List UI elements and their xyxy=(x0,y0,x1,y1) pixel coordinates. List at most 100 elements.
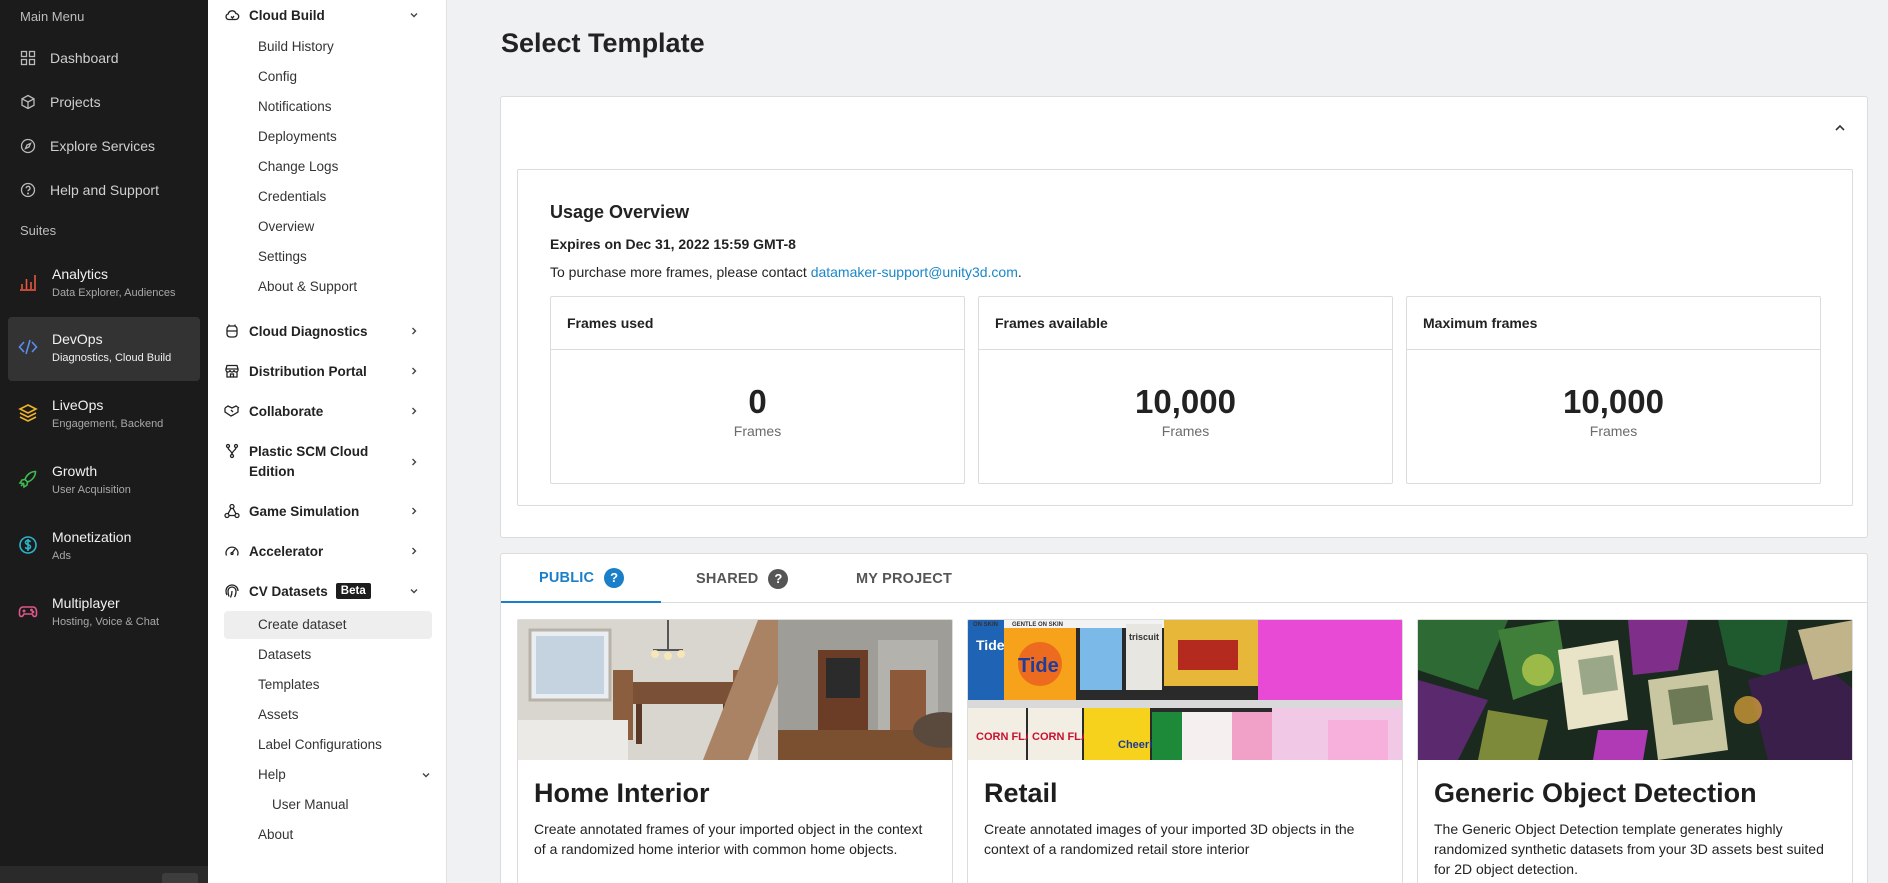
suite-analytics[interactable]: Analytics Data Explorer, Audiences xyxy=(8,252,200,316)
rail-item-help-and-support[interactable]: Help and Support xyxy=(0,168,208,212)
rail-item-explore-services[interactable]: Explore Services xyxy=(0,124,208,168)
template-card-retail[interactable]: Tide Tide ON SKIN GENTLE ON SKIN triscui… xyxy=(967,619,1403,883)
template-card-generic-object-detection[interactable]: Generic Object Detection The Generic Obj… xyxy=(1417,619,1853,883)
main-menu-rail: Main Menu Dashboard Projects Explore Ser… xyxy=(0,0,208,883)
page-title: Select Template xyxy=(501,28,705,58)
layers-icon xyxy=(18,404,38,422)
suite-subtitle: User Acquisition xyxy=(52,484,131,496)
nav-item-build-history[interactable]: Build History xyxy=(258,39,334,54)
rail-collapse-handle[interactable] xyxy=(162,873,198,883)
suite-multiplayer[interactable]: Multiplayer Hosting, Voice & Chat xyxy=(8,581,200,645)
template-description: Create annotated frames of your imported… xyxy=(534,821,923,857)
nav-item-user-manual[interactable]: User Manual xyxy=(272,797,349,812)
template-description: The Generic Object Detection template ge… xyxy=(1434,821,1824,877)
nav-group-distribution-portal[interactable]: Distribution Portal xyxy=(224,362,432,380)
retail-text: Tide xyxy=(976,637,1005,653)
generic-object-detection-image xyxy=(1418,620,1852,760)
nav-item-config[interactable]: Config xyxy=(258,69,297,84)
retail-text: ON SKIN xyxy=(973,622,998,628)
usage-expiry: Expires on Dec 31, 2022 15:59 GMT-8 xyxy=(550,236,796,252)
rail-item-label: Help and Support xyxy=(50,182,159,198)
help-icon[interactable]: ? xyxy=(604,567,625,588)
beta-badge: Beta xyxy=(335,583,371,599)
chevron-up-icon[interactable] xyxy=(1833,121,1847,135)
templates-panel: PUBLIC ? SHARED ? MY PROJECT Home Interi… xyxy=(500,553,1868,883)
compass-icon xyxy=(20,138,36,154)
nav-item-notifications[interactable]: Notifications xyxy=(258,99,332,114)
suite-title: Analytics xyxy=(52,266,109,282)
rail-item-dashboard[interactable]: Dashboard xyxy=(0,36,208,80)
nav-item-help[interactable]: Help xyxy=(258,767,432,782)
suite-title: DevOps xyxy=(52,331,103,347)
help-icon[interactable]: ? xyxy=(768,568,789,589)
nav-group-label: Accelerator xyxy=(249,543,324,559)
suite-subtitle: Diagnostics, Cloud Build xyxy=(52,352,172,364)
speedometer-icon xyxy=(225,546,239,556)
contact-suffix: . xyxy=(1017,264,1022,280)
nav-item-create-dataset[interactable]: Create dataset xyxy=(224,611,432,639)
help-circle-icon xyxy=(20,182,36,198)
nav-item-overview[interactable]: Overview xyxy=(258,219,314,234)
nav-item-about-support[interactable]: About & Support xyxy=(258,279,357,294)
chevron-right-icon xyxy=(412,327,417,335)
diagnostics-icon xyxy=(226,324,238,338)
nav-item-about[interactable]: About xyxy=(258,827,293,842)
stat-label: Frames used xyxy=(551,297,964,350)
suite-subtitle: Engagement, Backend xyxy=(52,418,164,430)
template-title: Home Interior xyxy=(534,778,710,808)
nav-item-assets[interactable]: Assets xyxy=(258,707,299,722)
tab-public[interactable]: PUBLIC ? xyxy=(501,554,661,603)
stat-frames-available: Frames available 10,000 Frames xyxy=(978,296,1393,484)
chevron-right-icon xyxy=(412,407,417,415)
chevron-right-icon xyxy=(412,507,417,515)
retail-text: triscuit xyxy=(1129,632,1159,642)
nav-item-change-logs[interactable]: Change Logs xyxy=(258,159,338,174)
storefront-icon xyxy=(225,364,239,378)
nav-group-cloud-diagnostics[interactable]: Cloud Diagnostics xyxy=(224,322,432,340)
suite-title: LiveOps xyxy=(52,397,104,413)
code-icon xyxy=(18,339,38,355)
stat-frames-used: Frames used 0 Frames xyxy=(550,296,965,484)
chevron-down-icon xyxy=(422,773,430,778)
rail-item-label: Dashboard xyxy=(50,50,119,66)
tab-my-project[interactable]: MY PROJECT xyxy=(856,554,952,603)
nav-group-plastic-scm[interactable]: Plastic SCM Cloud Edition xyxy=(224,442,432,482)
template-card-home-interior[interactable]: Home Interior Create annotated frames of… xyxy=(517,619,953,883)
rail-item-label: Explore Services xyxy=(50,138,156,154)
usage-panel: Usage Overview Expires on Dec 31, 2022 1… xyxy=(500,96,1868,538)
rail-item-projects[interactable]: Projects xyxy=(0,80,208,124)
nav-item-label-configurations[interactable]: Label Configurations xyxy=(258,737,382,752)
nav-group-collaborate[interactable]: Collaborate xyxy=(224,402,432,420)
dashboard-icon xyxy=(20,50,36,66)
nav-item-settings[interactable]: Settings xyxy=(258,249,307,264)
rail-item-label: Projects xyxy=(50,94,101,110)
template-title: Retail xyxy=(984,778,1058,808)
fingerprint-icon xyxy=(225,584,239,598)
nav-group-accelerator[interactable]: Accelerator xyxy=(224,542,432,560)
nav-item-deployments[interactable]: Deployments xyxy=(258,129,337,144)
nodes-icon xyxy=(224,503,240,519)
suite-growth[interactable]: Growth User Acquisition xyxy=(8,449,200,513)
tab-shared[interactable]: SHARED ? xyxy=(696,554,789,603)
suite-devops[interactable]: DevOps Diagnostics, Cloud Build xyxy=(8,317,200,381)
nav-group-cloud-build[interactable]: Cloud Build xyxy=(224,6,432,24)
suite-subtitle: Ads xyxy=(52,550,71,562)
stat-unit: Frames xyxy=(1161,423,1210,439)
nav-item-datasets[interactable]: Datasets xyxy=(258,647,311,662)
nav-item-label: Help xyxy=(258,767,286,782)
tab-label: MY PROJECT xyxy=(856,570,953,587)
chevron-right-icon xyxy=(412,458,417,466)
suite-monetization[interactable]: Monetization Ads xyxy=(8,515,200,579)
suite-liveops[interactable]: LiveOps Engagement, Backend xyxy=(8,383,200,447)
nav-item-templates[interactable]: Templates xyxy=(258,677,320,692)
retail-text: GENTLE ON SKIN xyxy=(1012,622,1063,628)
tab-label: SHARED xyxy=(696,570,759,587)
secondary-nav: Cloud Build Build History Config Notific… xyxy=(208,0,447,883)
support-email-link[interactable]: datamaker-support@unity3d.com xyxy=(811,264,1018,280)
tab-label: PUBLIC xyxy=(539,569,595,586)
template-description: Create annotated images of your imported… xyxy=(984,821,1355,857)
nav-group-game-simulation[interactable]: Game Simulation xyxy=(224,502,432,520)
nav-group-cv-datasets[interactable]: CV Datasets Beta xyxy=(224,581,432,601)
chevron-right-icon xyxy=(412,547,417,555)
nav-item-credentials[interactable]: Credentials xyxy=(258,189,326,204)
